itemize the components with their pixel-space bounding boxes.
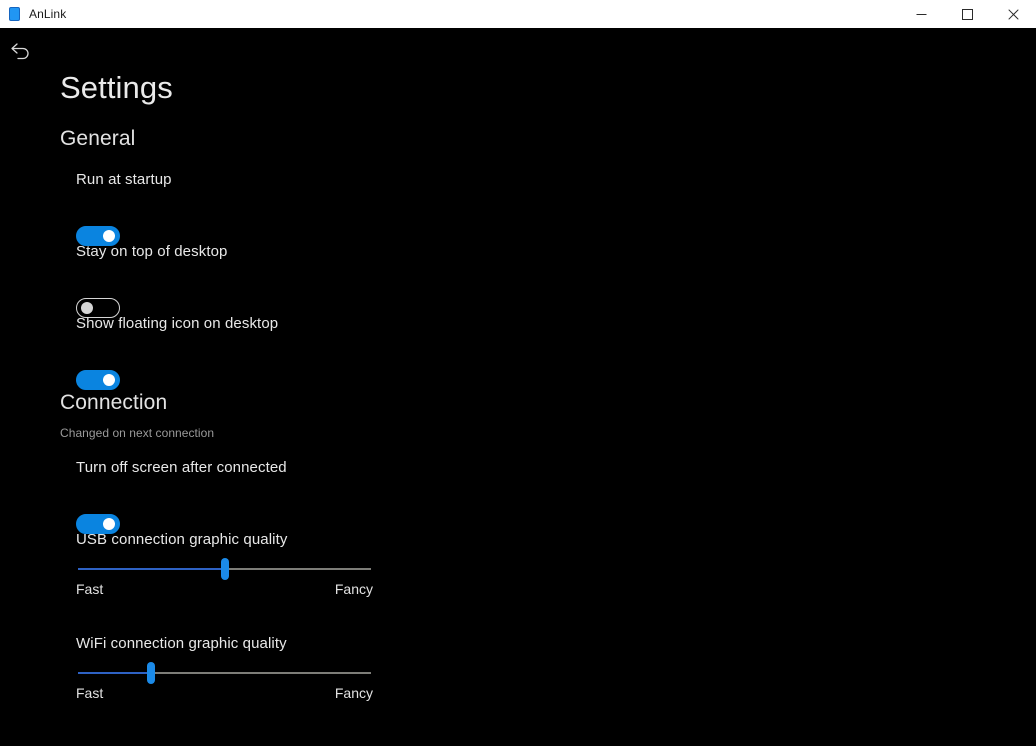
label-turn-off-screen-after-connected: Turn off screen after connected	[76, 459, 287, 476]
label-run-at-startup: Run at startup	[76, 171, 172, 188]
close-button[interactable]	[990, 0, 1036, 28]
toggle-knob	[103, 518, 115, 530]
section-heading-general: General	[60, 127, 136, 150]
section-note-connection: Changed on next connection	[60, 426, 215, 440]
slider-thumb[interactable]	[220, 558, 229, 580]
slider-thumb[interactable]	[147, 662, 156, 684]
back-arrow-icon	[11, 43, 29, 60]
slider-wifi-max-label: Fancy	[334, 685, 373, 701]
slider-wifi-min-label: Fast	[76, 685, 104, 701]
slider-usb-max-label: Fancy	[334, 581, 373, 597]
window-title: AnLink	[29, 7, 67, 21]
slider-wifi-connection-graphic-quality[interactable]	[78, 660, 371, 686]
slider-fill	[78, 672, 152, 674]
slider-usb-end-labels: Fast Fancy	[76, 582, 373, 596]
maximize-button[interactable]	[944, 0, 990, 28]
toggle-show-floating-icon-on-desktop[interactable]	[76, 370, 120, 390]
slider-usb-min-label: Fast	[76, 581, 104, 597]
settings-page: Settings General Run at startup Stay on …	[0, 28, 1036, 746]
section-heading-connection: Connection	[60, 391, 168, 414]
label-stay-on-top-of-desktop: Stay on top of desktop	[76, 243, 228, 260]
maximize-icon	[961, 8, 973, 20]
window-titlebar: AnLink	[0, 0, 1036, 28]
close-icon	[1007, 8, 1019, 20]
minimize-button[interactable]	[898, 0, 944, 28]
slider-usb-connection-graphic-quality[interactable]	[78, 556, 371, 582]
toggle-knob	[81, 302, 93, 314]
titlebar-drag-region[interactable]: AnLink	[0, 0, 898, 28]
label-show-floating-icon-on-desktop: Show floating icon on desktop	[76, 315, 279, 332]
minimize-icon	[916, 13, 926, 15]
toggle-knob	[103, 374, 115, 386]
phone-icon	[9, 7, 20, 21]
slider-wifi-end-labels: Fast Fancy	[76, 686, 373, 700]
label-wifi-connection-graphic-quality: WiFi connection graphic quality	[76, 635, 287, 652]
slider-fill	[78, 568, 225, 570]
label-usb-connection-graphic-quality: USB connection graphic quality	[76, 531, 288, 548]
toggle-knob	[103, 230, 115, 242]
window-controls	[898, 0, 1036, 28]
page-title: Settings	[60, 70, 173, 105]
back-button[interactable]	[6, 36, 36, 64]
